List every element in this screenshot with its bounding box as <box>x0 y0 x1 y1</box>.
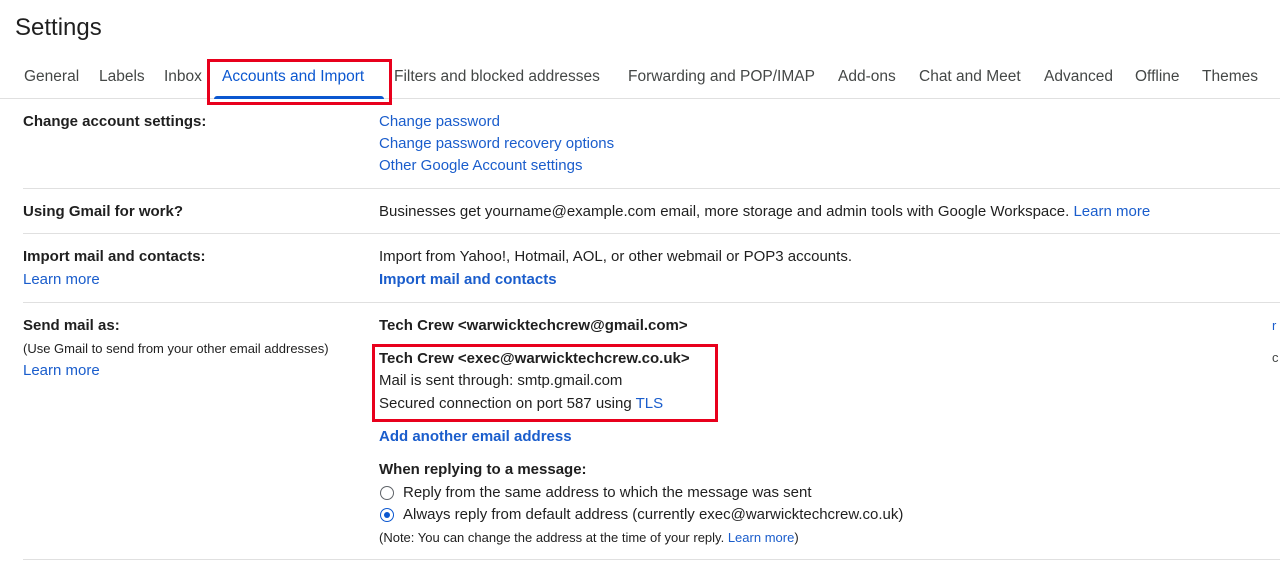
gmail-work-label: Using Gmail for work? <box>23 203 184 220</box>
import-learn-more-link[interactable]: Learn more <box>23 271 100 288</box>
section-send-mail-as: Send mail as: (Use Gmail to send from yo… <box>23 303 1280 560</box>
tab-offline[interactable]: Offline <box>1135 68 1180 86</box>
change-recovery-link[interactable]: Change password recovery options <box>379 135 614 152</box>
add-email-address-link[interactable]: Add another email address <box>379 428 572 445</box>
secured-text: Secured connection on port 587 using <box>379 395 632 412</box>
address-1-action-link[interactable]: r <box>1272 318 1276 333</box>
send-address-1: Tech Crew <warwicktechcrew@gmail.com> <box>379 317 688 334</box>
reply-note-text: (Note: You can change the address at the… <box>379 530 725 545</box>
tab-add-ons[interactable]: Add-ons <box>838 68 896 86</box>
section-gmail-for-work: Using Gmail for work? Businesses get you… <box>23 189 1280 234</box>
section-import-mail: Import mail and contacts: Learn more Imp… <box>23 234 1280 303</box>
tab-labels[interactable]: Labels <box>99 68 145 86</box>
tls-link[interactable]: TLS <box>636 395 664 412</box>
send-mail-label: Send mail as: <box>23 317 120 334</box>
change-password-link[interactable]: Change password <box>379 113 500 130</box>
change-account-label: Change account settings: <box>23 113 207 130</box>
gmail-work-description: Businesses get yourname@example.com emai… <box>379 203 1070 220</box>
gmail-work-learn-more-link[interactable]: Learn more <box>1073 203 1150 220</box>
send-mail-sublabel: (Use Gmail to send from your other email… <box>23 341 329 356</box>
settings-tab-bar: General Labels Inbox Accounts and Import… <box>0 60 1280 99</box>
page-title: Settings <box>15 14 102 41</box>
tab-filters[interactable]: Filters and blocked addresses <box>394 68 600 86</box>
gmail-work-text: Businesses get yourname@example.com emai… <box>379 203 1150 220</box>
tab-forwarding[interactable]: Forwarding and POP/IMAP <box>628 68 815 86</box>
section-change-account: Change account settings: Change password… <box>23 99 1280 189</box>
settings-page: Settings General Labels Inbox Accounts a… <box>0 0 1280 566</box>
reply-heading: When replying to a message: <box>379 461 587 478</box>
tab-general[interactable]: General <box>24 68 79 86</box>
address-2-action-link[interactable]: c <box>1272 350 1279 365</box>
reply-note-close: ) <box>794 530 799 545</box>
reply-note-learn-more-link[interactable]: Learn more <box>728 530 794 545</box>
import-mail-label: Import mail and contacts: <box>23 248 206 265</box>
tab-inbox[interactable]: Inbox <box>164 68 202 86</box>
reply-same-address-radio[interactable] <box>380 486 394 500</box>
tab-themes[interactable]: Themes <box>1202 68 1258 86</box>
tab-advanced[interactable]: Advanced <box>1044 68 1113 86</box>
tab-accounts-and-import[interactable]: Accounts and Import <box>222 68 364 86</box>
send-address-2: Tech Crew <exec@warwicktechcrew.co.uk> <box>379 350 690 367</box>
reply-same-address-label[interactable]: Reply from the same address to which the… <box>403 484 812 501</box>
reply-default-address-label[interactable]: Always reply from default address (curre… <box>403 506 903 523</box>
import-mail-text: Import from Yahoo!, Hotmail, AOL, or oth… <box>379 248 852 265</box>
tab-chat-and-meet[interactable]: Chat and Meet <box>919 68 1021 86</box>
reply-note: (Note: You can change the address at the… <box>379 530 799 545</box>
other-account-settings-link[interactable]: Other Google Account settings <box>379 157 582 174</box>
send-mail-learn-more-link[interactable]: Learn more <box>23 362 100 379</box>
reply-default-address-radio[interactable] <box>380 508 394 522</box>
smtp-info: Mail is sent through: smtp.gmail.com <box>379 372 623 389</box>
secured-connection-info: Secured connection on port 587 using TLS <box>379 395 663 412</box>
import-mail-contacts-link[interactable]: Import mail and contacts <box>379 271 557 288</box>
